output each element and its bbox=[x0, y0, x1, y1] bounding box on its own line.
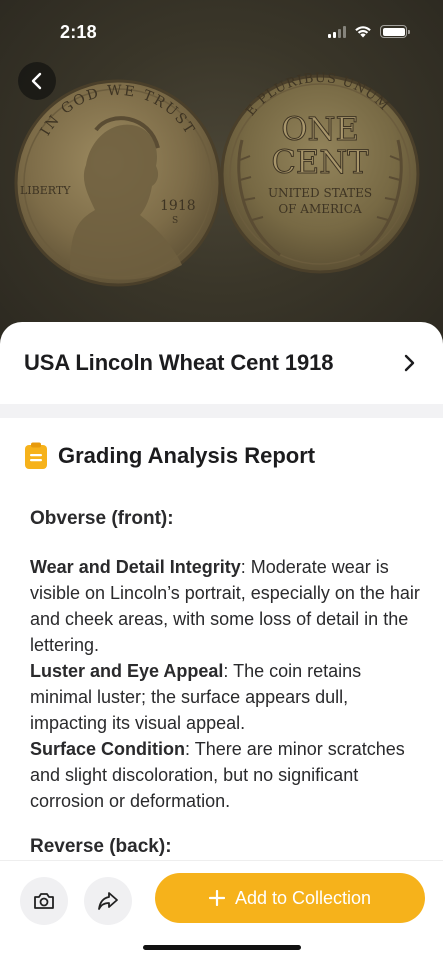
chevron-left-icon bbox=[31, 72, 42, 90]
bottom-action-bar: Add to Collection bbox=[0, 860, 443, 960]
coin-photos: IN GOD WE TRUST LIBERTY 1918 S E PLURIBU… bbox=[14, 71, 420, 287]
report-item-label: Surface Condition bbox=[30, 739, 186, 759]
report-item-label: Luster and Eye Appeal bbox=[30, 661, 224, 681]
svg-text:LIBERTY: LIBERTY bbox=[20, 184, 71, 197]
home-indicator bbox=[143, 945, 301, 950]
clipboard-icon bbox=[25, 442, 47, 469]
report-title: Grading Analysis Report bbox=[58, 443, 316, 468]
svg-text:OF AMERICA: OF AMERICA bbox=[278, 202, 362, 216]
share-button[interactable] bbox=[84, 877, 132, 925]
coin-title: USA Lincoln Wheat Cent 1918 bbox=[24, 350, 334, 375]
report-item: Wear and Detail Integrity: Moderate wear… bbox=[30, 554, 420, 658]
camera-icon bbox=[34, 893, 54, 909]
camera-button[interactable] bbox=[20, 877, 68, 925]
report-item-label: Wear and Detail Integrity bbox=[30, 557, 241, 577]
status-bar: 2:18 bbox=[0, 0, 443, 62]
chevron-right-icon bbox=[399, 353, 419, 373]
reverse-heading: Reverse (back): bbox=[30, 836, 172, 857]
coin-image-area: 2:18 IN GOD WE TRUST LIBERTY 1918 S E PL… bbox=[0, 0, 443, 360]
svg-text:UNITED STATES: UNITED STATES bbox=[268, 186, 372, 200]
svg-text:S: S bbox=[172, 216, 178, 226]
svg-text:CENT: CENT bbox=[271, 143, 369, 181]
coin-obverse: IN GOD WE TRUST LIBERTY 1918 S bbox=[14, 79, 222, 287]
section-divider bbox=[0, 404, 443, 418]
status-icons bbox=[328, 25, 410, 38]
report-header: Grading Analysis Report bbox=[24, 442, 315, 470]
report-item: Surface Condition: There are minor scrat… bbox=[30, 736, 420, 814]
report-item: Luster and Eye Appeal: The coin retains … bbox=[30, 658, 420, 736]
add-to-collection-button[interactable]: Add to Collection bbox=[155, 873, 425, 923]
cellular-signal-icon bbox=[328, 25, 346, 38]
plus-icon bbox=[208, 890, 225, 906]
svg-text:1918: 1918 bbox=[160, 198, 196, 214]
coin-title-row[interactable]: USA Lincoln Wheat Cent 1918 bbox=[0, 322, 443, 404]
share-icon bbox=[98, 892, 118, 910]
obverse-heading: Obverse (front): bbox=[30, 508, 174, 529]
wifi-icon bbox=[355, 26, 371, 38]
back-button[interactable] bbox=[18, 62, 56, 100]
report-body: Wear and Detail Integrity: Moderate wear… bbox=[30, 554, 420, 814]
grading-report: Grading Analysis Report Obverse (front):… bbox=[0, 418, 443, 858]
add-to-collection-label: Add to Collection bbox=[234, 887, 372, 908]
coin-reverse: E PLURIBUS UNUM ONE CENT UNITED STATES O… bbox=[220, 71, 420, 274]
battery-icon bbox=[380, 25, 410, 38]
status-time: 2:18 bbox=[60, 22, 97, 42]
